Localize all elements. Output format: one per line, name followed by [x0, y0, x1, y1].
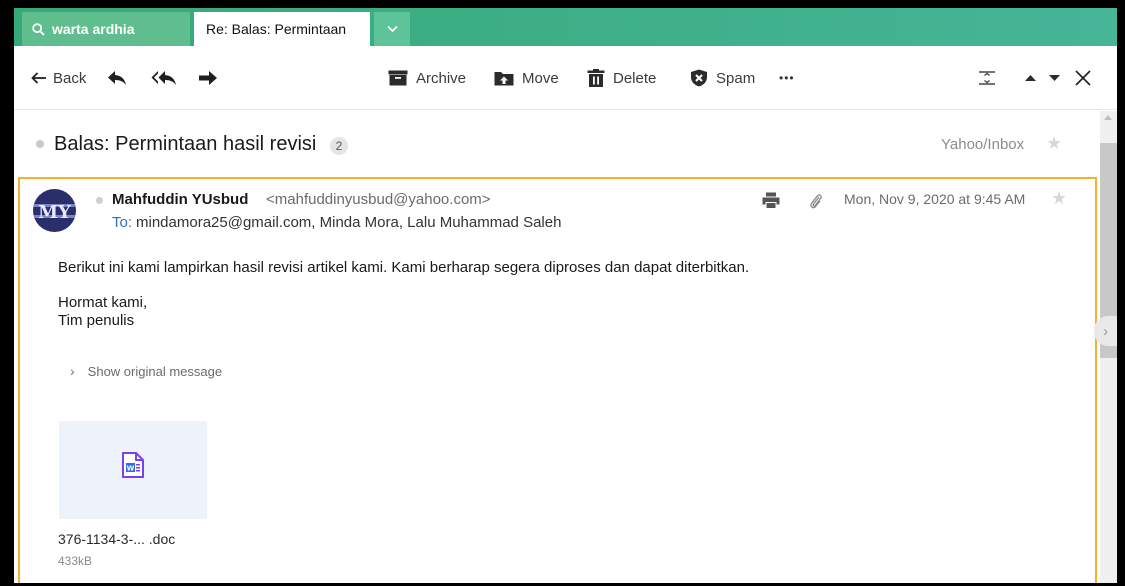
body-paragraph: Berikut ini kami lampirkan hasil revisi …	[58, 259, 750, 276]
page-title: Balas: Permintaan hasil revisi	[54, 133, 317, 155]
back-button[interactable]: Back	[31, 46, 86, 110]
message-count-badge: 2	[330, 137, 348, 155]
tab-email[interactable]: Re: Balas: Permintaan	[194, 12, 370, 46]
message-toolbar: Back Archive Move Delete Spam •••	[14, 46, 1117, 110]
previous-message-button[interactable]	[1025, 46, 1036, 110]
caret-up-icon	[1025, 75, 1036, 81]
star-icon[interactable]: ★	[1046, 133, 1062, 154]
close-button[interactable]	[1075, 46, 1091, 110]
folder-link[interactable]: Yahoo/Inbox	[941, 136, 1024, 153]
expand-side-panel-button[interactable]: ›	[1094, 316, 1117, 346]
show-original-message-link[interactable]: › Show original message	[70, 363, 222, 379]
message-body: Berikut ini kami lampirkan hasil revisi …	[58, 259, 749, 330]
tab-overflow-button[interactable]	[374, 12, 410, 46]
read-status-dot[interactable]	[36, 140, 44, 148]
recipients[interactable]: mindamora25@gmail.com, Minda Mora, Lalu …	[136, 214, 561, 231]
spam-button[interactable]: Spam	[690, 46, 755, 110]
svg-text:W: W	[127, 464, 135, 472]
next-message-button[interactable]	[1049, 46, 1060, 110]
recipients-line: To: mindamora25@gmail.com, Minda Mora, La…	[112, 214, 561, 231]
show-original-label: Show original message	[87, 363, 223, 379]
more-icon: •••	[779, 71, 795, 85]
word-document-icon: W	[122, 452, 144, 478]
archive-icon	[388, 70, 408, 86]
reply-all-button[interactable]	[151, 46, 177, 110]
attachment-name[interactable]: 376-1134-3-... .doc	[58, 531, 175, 547]
forward-icon	[199, 71, 217, 85]
archive-button[interactable]: Archive	[388, 46, 466, 110]
archive-label: Archive	[416, 69, 467, 87]
spam-label: Spam	[716, 69, 756, 87]
tab-search-label: warta ardhia	[52, 21, 135, 37]
back-label: Back	[53, 69, 87, 87]
caret-down-icon	[1049, 75, 1060, 81]
attachment-preview[interactable]: W	[59, 421, 207, 519]
delete-button[interactable]: Delete	[587, 46, 656, 110]
subject-header: Balas: Permintaan hasil revisi 2 Yahoo/I…	[14, 111, 1099, 175]
message-date: Mon, Nov 9, 2020 at 9:45 AM	[844, 191, 1026, 207]
more-actions-button[interactable]: •••	[779, 46, 795, 110]
tab-email-label: Re: Balas: Permintaan	[206, 21, 347, 37]
attachment-indicator	[809, 192, 823, 215]
move-button[interactable]: Move	[494, 46, 559, 110]
avatar: MY	[33, 189, 76, 232]
shield-x-icon	[691, 69, 707, 87]
chevron-right-icon: ›	[70, 363, 75, 379]
forward-button[interactable]	[198, 46, 218, 110]
body-closing: Hormat kami,	[58, 294, 148, 311]
close-icon	[1075, 70, 1091, 86]
reply-all-icon	[151, 71, 176, 85]
message-star-icon[interactable]: ★	[1051, 188, 1067, 209]
print-button[interactable]	[762, 192, 780, 214]
body-signature: Tim penulis	[58, 312, 135, 329]
sender-email[interactable]: <mahfuddinyusbud@yahoo.com>	[266, 191, 491, 208]
scroll-up-arrow[interactable]	[1104, 115, 1112, 120]
printer-icon	[762, 192, 780, 209]
scrollbar[interactable]	[1100, 111, 1117, 583]
mail-window: warta ardhia Re: Balas: Permintaan Back	[14, 8, 1117, 583]
message-card[interactable]: MY Mahfuddin YUsbud <mahfuddinyusbud@yah…	[18, 177, 1097, 583]
avatar-initials: MY	[38, 202, 72, 223]
trash-icon	[587, 69, 605, 87]
tab-search-results[interactable]: warta ardhia	[22, 12, 190, 46]
move-folder-icon	[494, 72, 514, 86]
expand-collapse-button[interactable]	[979, 46, 995, 110]
expand-icon	[979, 71, 995, 85]
paperclip-icon	[810, 194, 822, 209]
arrow-left-icon	[31, 72, 46, 84]
sender-name[interactable]: Mahfuddin YUsbud	[112, 191, 248, 208]
search-icon	[32, 22, 45, 36]
unread-dot[interactable]	[96, 197, 103, 204]
move-label: Move	[522, 69, 559, 87]
delete-label: Delete	[613, 69, 657, 87]
reply-icon	[108, 71, 126, 85]
attachment-size: 433kB	[58, 554, 93, 568]
chevron-right-icon: ›	[1103, 322, 1108, 340]
chevron-down-icon	[386, 25, 398, 33]
reply-button[interactable]	[107, 46, 127, 110]
to-label: To:	[112, 214, 133, 231]
tab-bar: warta ardhia Re: Balas: Permintaan	[14, 8, 1117, 46]
